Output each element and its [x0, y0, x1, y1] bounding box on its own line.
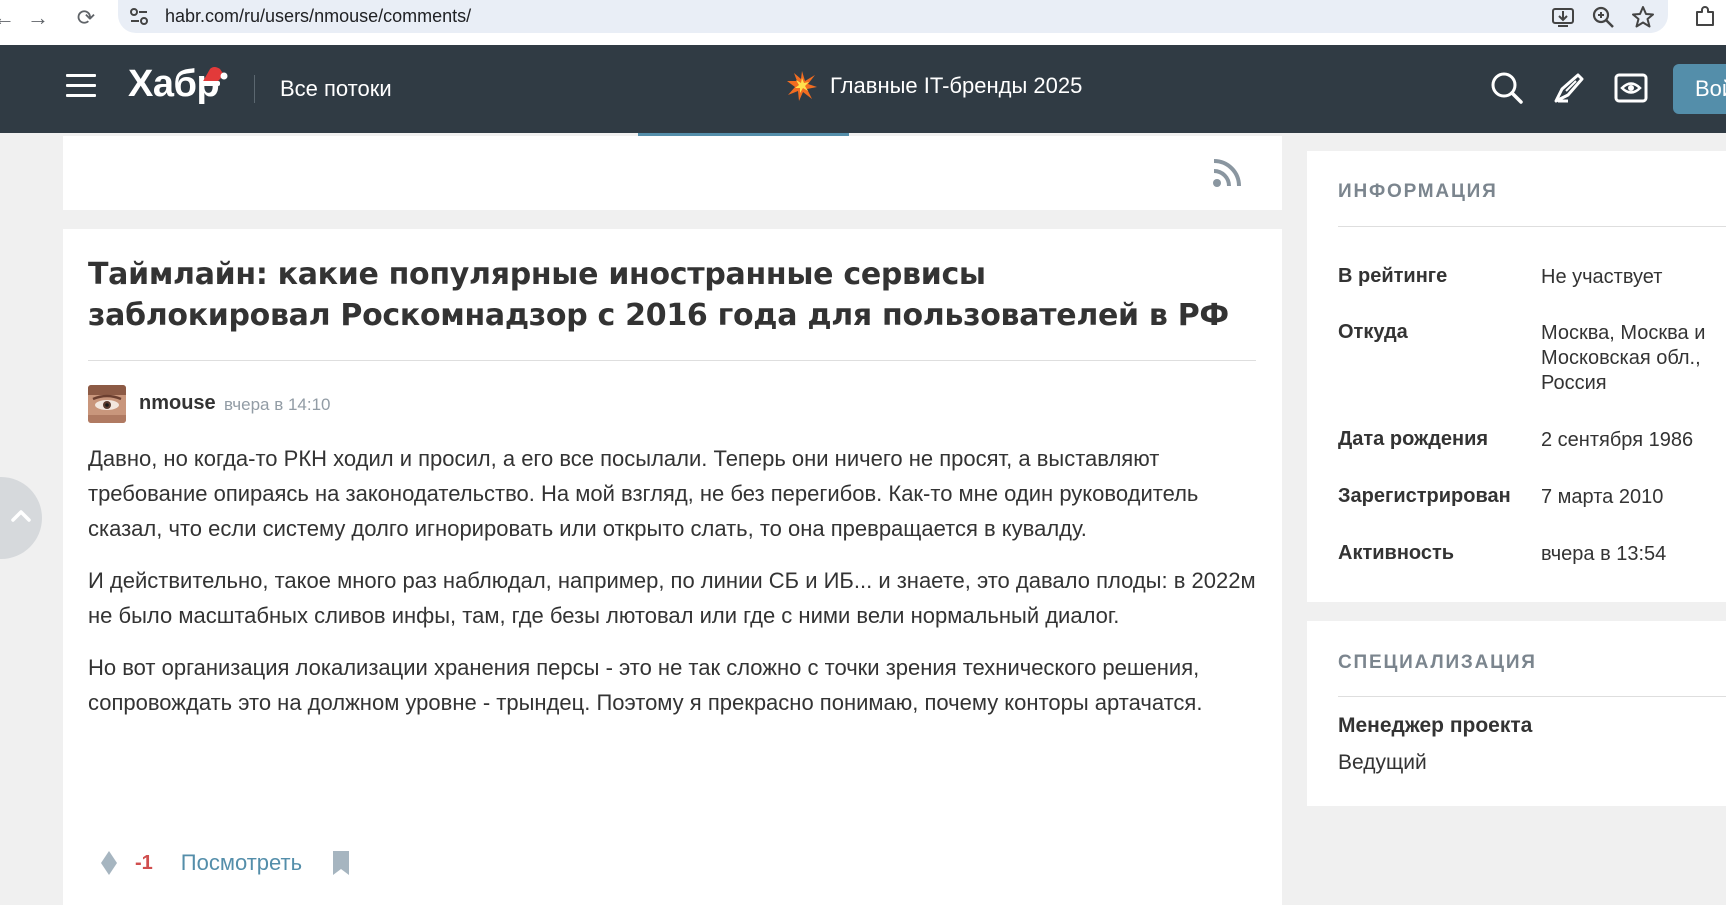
avatar-image — [88, 385, 126, 423]
comment-time[interactable]: вчера в 14:10 — [224, 395, 331, 415]
info-key: Дата рождения — [1338, 428, 1489, 450]
info-value: 2 сентября 1986 — [1541, 429, 1694, 451]
spec-heading: СПЕЦИАЛИЗАЦИЯ — [1338, 652, 1537, 673]
spec-divider — [1338, 696, 1726, 697]
info-key: В рейтинге — [1338, 265, 1448, 287]
back-button[interactable]: ← — [0, 4, 18, 32]
extensions-icon[interactable] — [1692, 4, 1718, 30]
info-key: Зарегистрирован — [1338, 485, 1511, 507]
info-value: 7 марта 2010 — [1541, 486, 1664, 508]
comment-score: -1 — [135, 851, 153, 874]
bookmark-star-icon[interactable] — [1630, 4, 1656, 30]
rss-icon[interactable] — [1212, 158, 1242, 188]
info-heading: ИНФОРМАЦИЯ — [1338, 181, 1498, 202]
browser-toolbar: ← → ⟳ habr.com/ru/users/nmouse/comments/ — [0, 0, 1726, 45]
vote-icon[interactable] — [98, 849, 120, 877]
chevron-up-icon — [11, 510, 31, 522]
santa-hat-icon — [200, 67, 228, 86]
post-title-link[interactable]: Таймлайн: какие популярные иностранные с… — [88, 254, 1238, 336]
promo-text: Главные IT-бренды 2025 — [830, 73, 1083, 98]
burst-icon — [787, 71, 817, 101]
info-divider — [1338, 226, 1726, 227]
install-app-icon[interactable] — [1550, 4, 1576, 30]
comment-paragraph: И действительно, такое много раз наблюда… — [88, 568, 1256, 628]
bookmark-icon[interactable] — [330, 849, 352, 877]
reload-button[interactable]: ⟳ — [72, 4, 100, 32]
all-flows-link[interactable]: Все потоки — [280, 76, 392, 102]
url-text: habr.com/ru/users/nmouse/comments/ — [165, 6, 472, 26]
specialization-card: СПЕЦИАЛИЗАЦИЯ Менеджер проекта Ведущий — [1307, 621, 1726, 806]
address-bar[interactable]: habr.com/ru/users/nmouse/comments/ — [118, 0, 1668, 33]
comment-paragraph: Но вот организация локализации хранения … — [88, 655, 1203, 715]
info-value: вчера в 13:54 — [1541, 543, 1667, 565]
view-comment-link[interactable]: Посмотреть — [181, 850, 302, 876]
site-header: Хабр Все потоки Главные IT-бренды 2025 В… — [0, 45, 1726, 133]
header-divider — [254, 75, 255, 103]
menu-icon[interactable] — [66, 74, 96, 98]
info-key: Активность — [1338, 542, 1455, 564]
write-post-icon[interactable] — [1552, 71, 1586, 105]
info-value: Не участвует — [1541, 266, 1663, 288]
avatar[interactable] — [88, 385, 126, 423]
comment-body: Давно, но когда-то РКН ходил и просил, а… — [88, 441, 1263, 737]
user-info-card: ИНФОРМАЦИЯ В рейтинге Не участвует Откуд… — [1307, 151, 1726, 602]
scroll-up-button[interactable] — [0, 477, 42, 559]
specialization-level: Ведущий — [1338, 751, 1427, 774]
title-divider — [88, 360, 1256, 361]
zoom-icon[interactable] — [1590, 4, 1616, 30]
site-settings-icon[interactable] — [128, 6, 150, 28]
comment-card: Таймлайн: какие популярные иностранные с… — [63, 229, 1282, 905]
comment-footer: -1 Посмотреть — [88, 847, 352, 879]
reading-mode-icon[interactable] — [1614, 71, 1648, 105]
login-button[interactable]: Войти — [1673, 64, 1726, 114]
info-key: Откуда — [1338, 321, 1408, 343]
search-icon[interactable] — [1490, 71, 1524, 105]
specialization-title: Менеджер проекта — [1338, 714, 1533, 737]
author-name[interactable]: nmouse — [139, 392, 216, 415]
feed-toolbar — [63, 136, 1282, 210]
forward-button[interactable]: → — [24, 4, 52, 32]
promo-banner[interactable]: Главные IT-бренды 2025 — [786, 70, 1082, 102]
info-value: Москва, Москва и Московская обл., Россия — [1541, 322, 1706, 394]
comment-paragraph: Давно, но когда-то РКН ходил и просил, а… — [88, 446, 1199, 541]
